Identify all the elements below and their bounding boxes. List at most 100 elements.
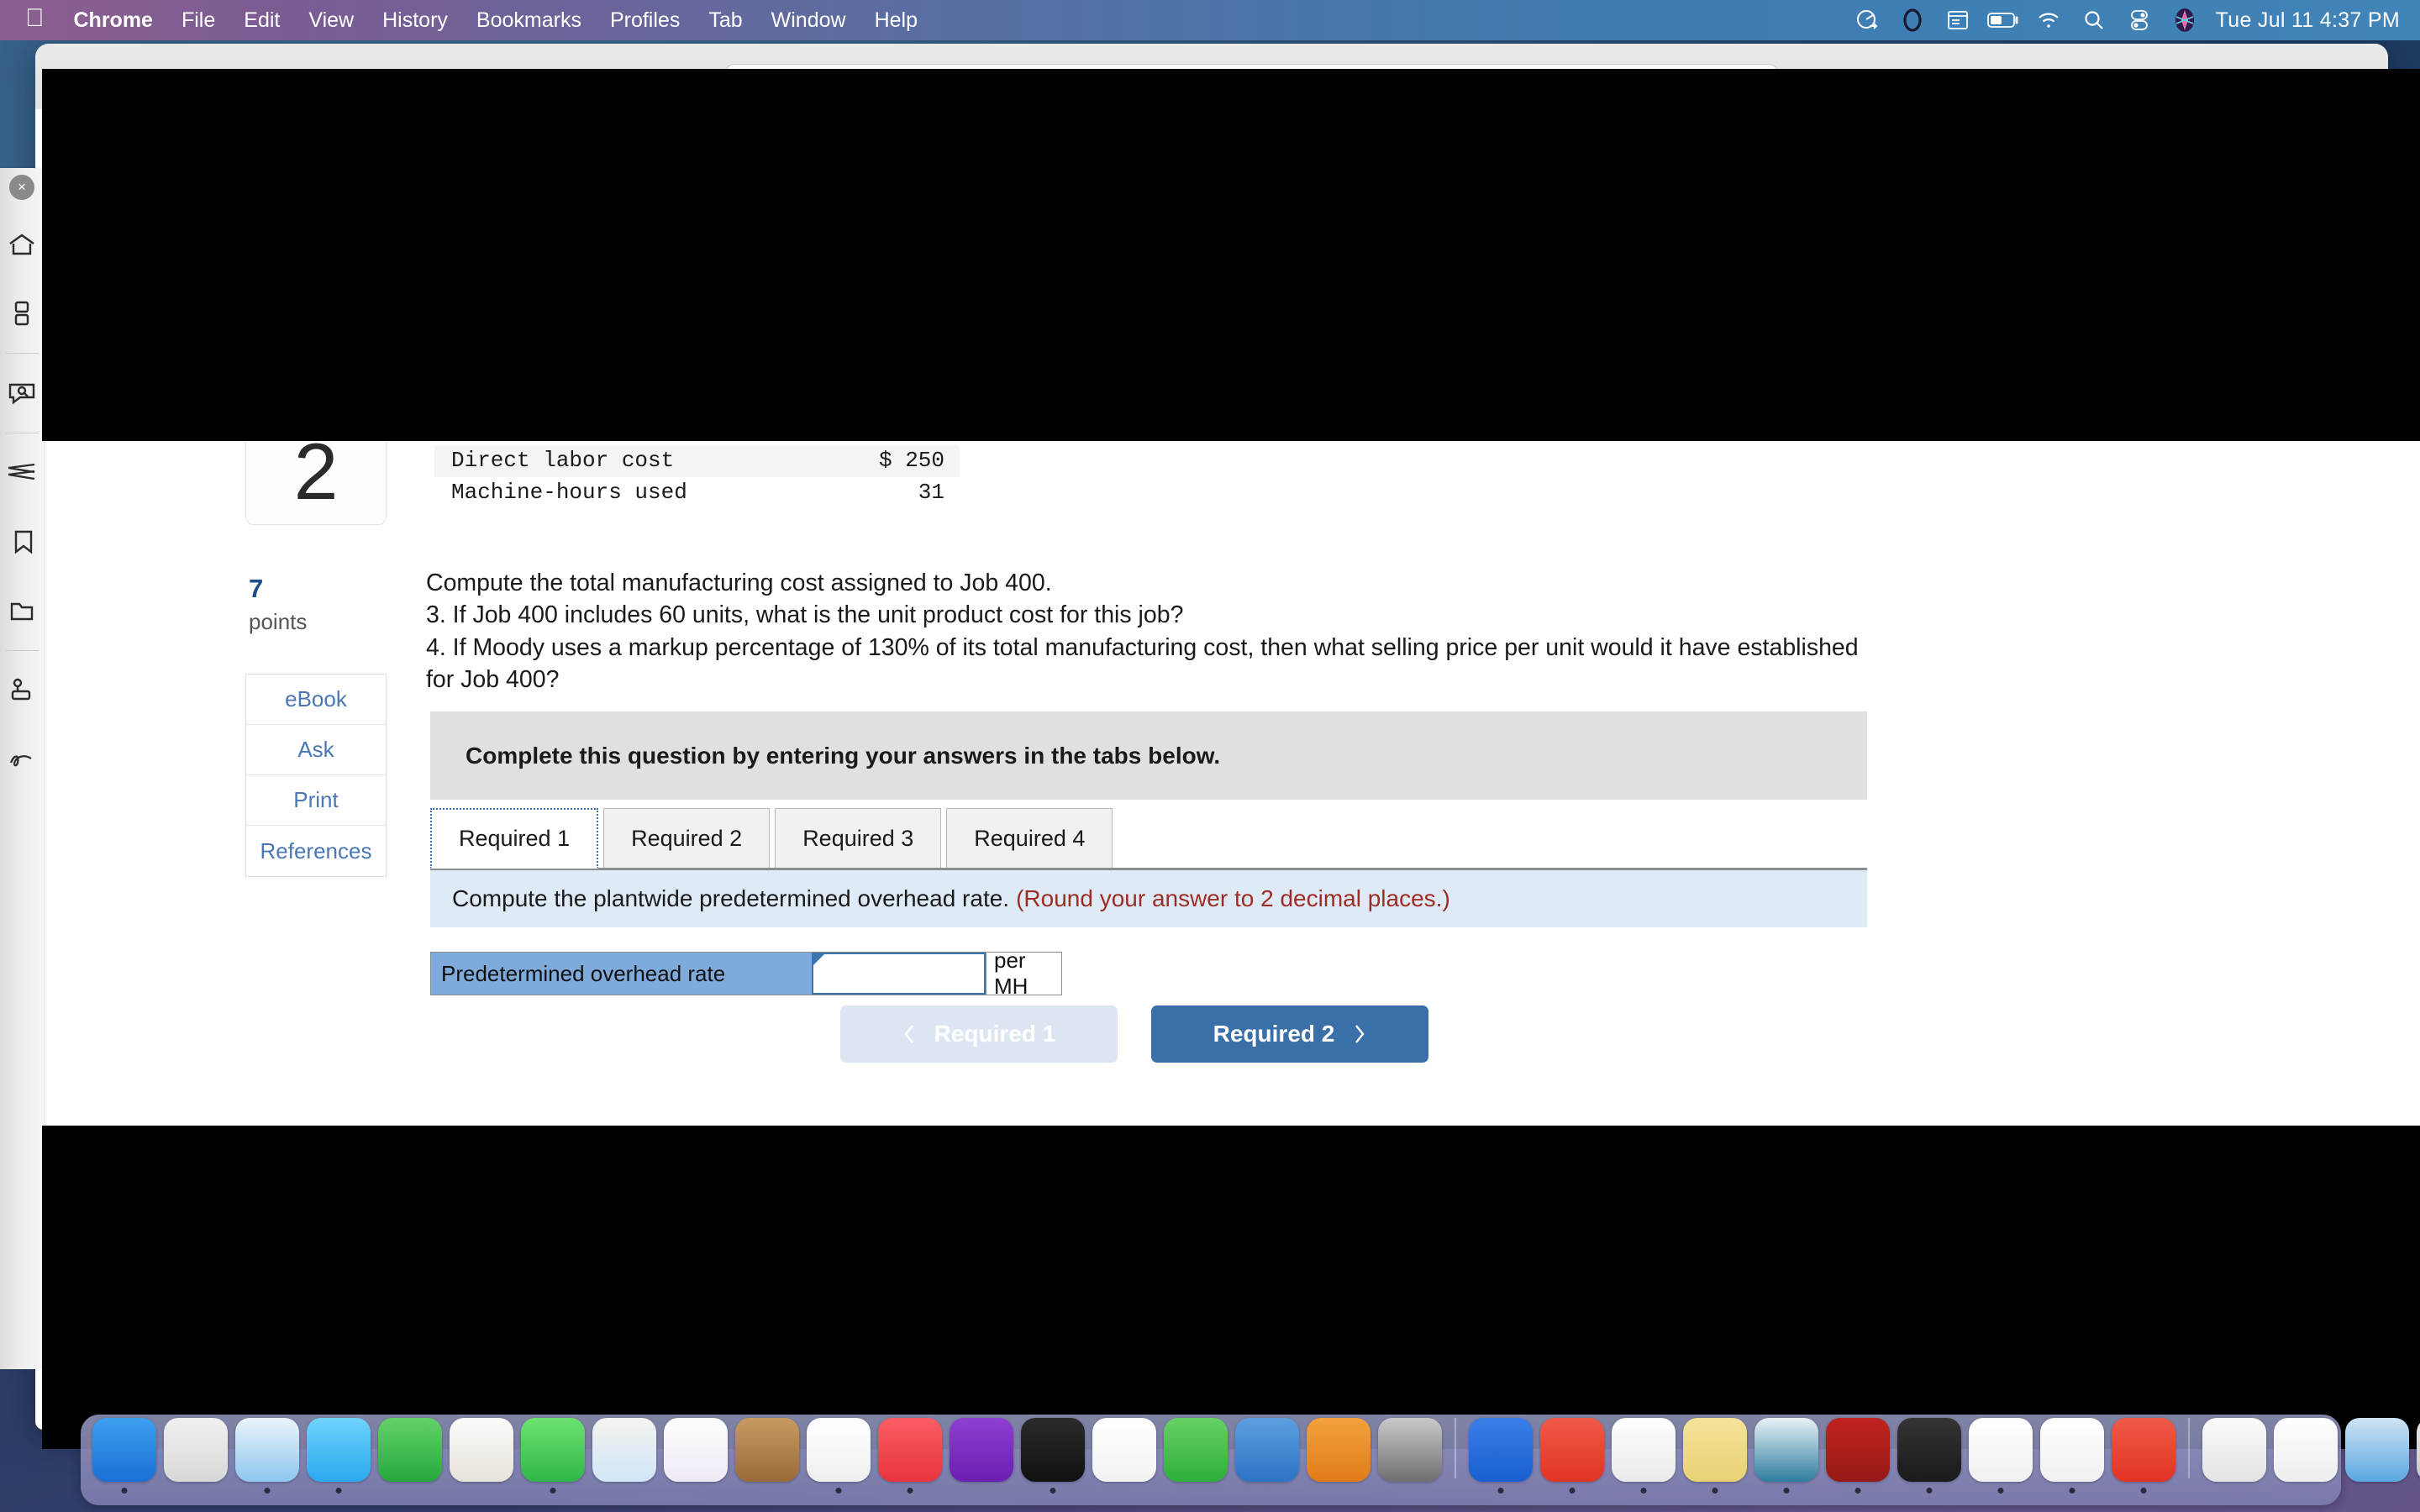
search-comment-icon[interactable] — [0, 359, 44, 428]
acrobat-icon[interactable] — [1826, 1418, 1890, 1494]
zoom-ring-icon[interactable] — [1890, 8, 1935, 33]
menu-bar[interactable]:  Chrome File Edit View History Bookmark… — [0, 0, 2420, 40]
row-value: $ 320 — [852, 441, 944, 444]
screenshot-icon[interactable] — [1935, 9, 1981, 31]
ask-button[interactable]: Ask — [246, 725, 386, 775]
contacts-icon[interactable] — [450, 1418, 513, 1482]
maps-icon[interactable] — [592, 1418, 656, 1482]
podcasts-icon[interactable] — [735, 1418, 799, 1482]
print-button[interactable]: Print — [246, 775, 386, 826]
dock-running-indicator — [1854, 1488, 1861, 1494]
ebook-button-label: eBook — [285, 686, 347, 711]
close-icon-glyph: × — [18, 179, 26, 195]
menu-item-window[interactable]: Window — [757, 8, 860, 33]
menu-item-file[interactable]: File — [167, 8, 229, 33]
menu-item-chrome[interactable]: Chrome — [60, 8, 167, 33]
tab-required-3[interactable]: Required 3 — [775, 808, 942, 869]
next-required-button[interactable]: Required 2 — [1151, 1005, 1428, 1063]
chevron-right-icon — [1355, 1025, 1365, 1043]
facetime-icon[interactable] — [378, 1418, 442, 1482]
predetermined-overhead-rate-input[interactable] — [812, 953, 986, 995]
news-stack-icon[interactable] — [2202, 1418, 2266, 1482]
menu-item-history[interactable]: History — [368, 8, 462, 33]
prompt-line-3: 4. If Moody uses a markup percentage of … — [426, 633, 1859, 694]
control-center-icon[interactable] — [2117, 9, 2162, 31]
menu-item-view[interactable]: View — [294, 8, 368, 33]
ebook-button[interactable]: eBook — [246, 675, 386, 725]
dock-running-indicator — [1497, 1488, 1504, 1494]
row-label: Direct materials — [451, 441, 661, 444]
wifi-icon[interactable] — [2026, 11, 2071, 29]
dock-running-indicator — [264, 1488, 271, 1494]
teams-icon[interactable] — [1754, 1418, 1818, 1494]
answer-row-label: Predetermined overhead rate — [431, 953, 812, 995]
signature-icon[interactable] — [0, 725, 44, 794]
screen: × 2 7 points eBook Ask Print References … — [0, 0, 2420, 1512]
folder-icon[interactable] — [0, 576, 44, 645]
dock-running-indicator — [1569, 1488, 1576, 1494]
excel-icon[interactable] — [1969, 1418, 2033, 1494]
numbers-icon[interactable] — [1164, 1418, 1228, 1482]
document-icon[interactable] — [2274, 1418, 2338, 1482]
word-icon[interactable] — [2040, 1418, 2104, 1494]
keynote-red-icon[interactable] — [1092, 1418, 1156, 1482]
tab-required-1[interactable]: Required 1 — [430, 808, 599, 869]
pages-icon[interactable] — [1235, 1418, 1299, 1482]
required-tabs[interactable]: Required 1 Required 2 Required 3 Require… — [430, 808, 1118, 869]
calculator-icon[interactable] — [1897, 1418, 1961, 1494]
zoom-icon[interactable] — [1469, 1418, 1533, 1494]
tab-required-4[interactable]: Required 4 — [946, 808, 1113, 869]
tv-icon[interactable] — [1021, 1418, 1085, 1494]
home-icon[interactable] — [0, 210, 44, 279]
tab-required-2[interactable]: Required 2 — [603, 808, 771, 869]
vlc2-icon[interactable] — [2112, 1418, 2175, 1494]
notes-icon[interactable] — [807, 1418, 871, 1494]
xcode-icon[interactable] — [1378, 1418, 1442, 1482]
menu-item-tab[interactable]: Tab — [694, 8, 756, 33]
apple-logo-icon[interactable]:  — [22, 6, 60, 34]
messages-icon[interactable] — [521, 1418, 585, 1494]
close-icon[interactable]: × — [9, 175, 34, 200]
layers-icon[interactable] — [0, 438, 44, 507]
spotlight-search-icon[interactable] — [2071, 9, 2117, 31]
bookmark-icon[interactable] — [0, 507, 44, 576]
stickies-icon[interactable] — [1683, 1418, 1747, 1494]
battery-icon[interactable] — [1981, 12, 2026, 29]
tab-required-4-label: Required 4 — [974, 826, 1086, 851]
instruction-banner: Complete this question by entering your … — [430, 711, 1867, 800]
references-button[interactable]: References — [246, 826, 386, 876]
downloads-icon[interactable] — [2345, 1418, 2409, 1482]
answer-row-unit-text: per MH — [994, 948, 1028, 999]
menu-item-help[interactable]: Help — [860, 8, 932, 33]
dock-running-indicator — [2069, 1488, 2075, 1494]
vlc-icon[interactable] — [1540, 1418, 1604, 1494]
dock-running-indicator — [907, 1488, 913, 1494]
finder-icon[interactable] — [92, 1418, 156, 1494]
apps-grid-icon[interactable] — [0, 279, 44, 348]
trash-icon[interactable] — [2417, 1418, 2420, 1482]
mail-icon[interactable] — [307, 1418, 371, 1494]
row-label: Direct labor cost — [451, 448, 675, 474]
photoshop-icon[interactable] — [950, 1418, 1013, 1482]
keynote-icon[interactable] — [1307, 1418, 1370, 1482]
tab-required-2-label: Required 2 — [631, 826, 743, 851]
chrome-icon[interactable] — [1612, 1418, 1676, 1494]
dock[interactable] — [81, 1415, 2420, 1505]
menu-item-edit[interactable]: Edit — [229, 8, 294, 33]
menu-bar-clock[interactable]: Tue Jul 11 4:37 PM — [2207, 8, 2400, 33]
menu-item-profiles[interactable]: Profiles — [596, 8, 694, 33]
tab-navigation: Required 1 Required 2 — [840, 1005, 1428, 1063]
siri-icon[interactable] — [2162, 7, 2207, 34]
flowchart-icon[interactable] — [0, 656, 44, 725]
menu-item-bookmarks[interactable]: Bookmarks — [462, 8, 596, 33]
photos-icon[interactable] — [664, 1418, 728, 1482]
grammarly-icon[interactable] — [1844, 8, 1890, 33]
music-icon[interactable] — [878, 1418, 942, 1494]
launchpad-icon[interactable] — [164, 1418, 228, 1482]
side-app-rail[interactable]: × — [0, 168, 44, 1369]
safari-icon[interactable] — [235, 1418, 299, 1494]
instruction-banner-text: Complete this question by entering your … — [466, 742, 1221, 769]
references-button-label: References — [260, 837, 372, 864]
dock-running-indicator — [335, 1488, 342, 1494]
prev-required-button[interactable]: Required 1 — [840, 1005, 1118, 1063]
